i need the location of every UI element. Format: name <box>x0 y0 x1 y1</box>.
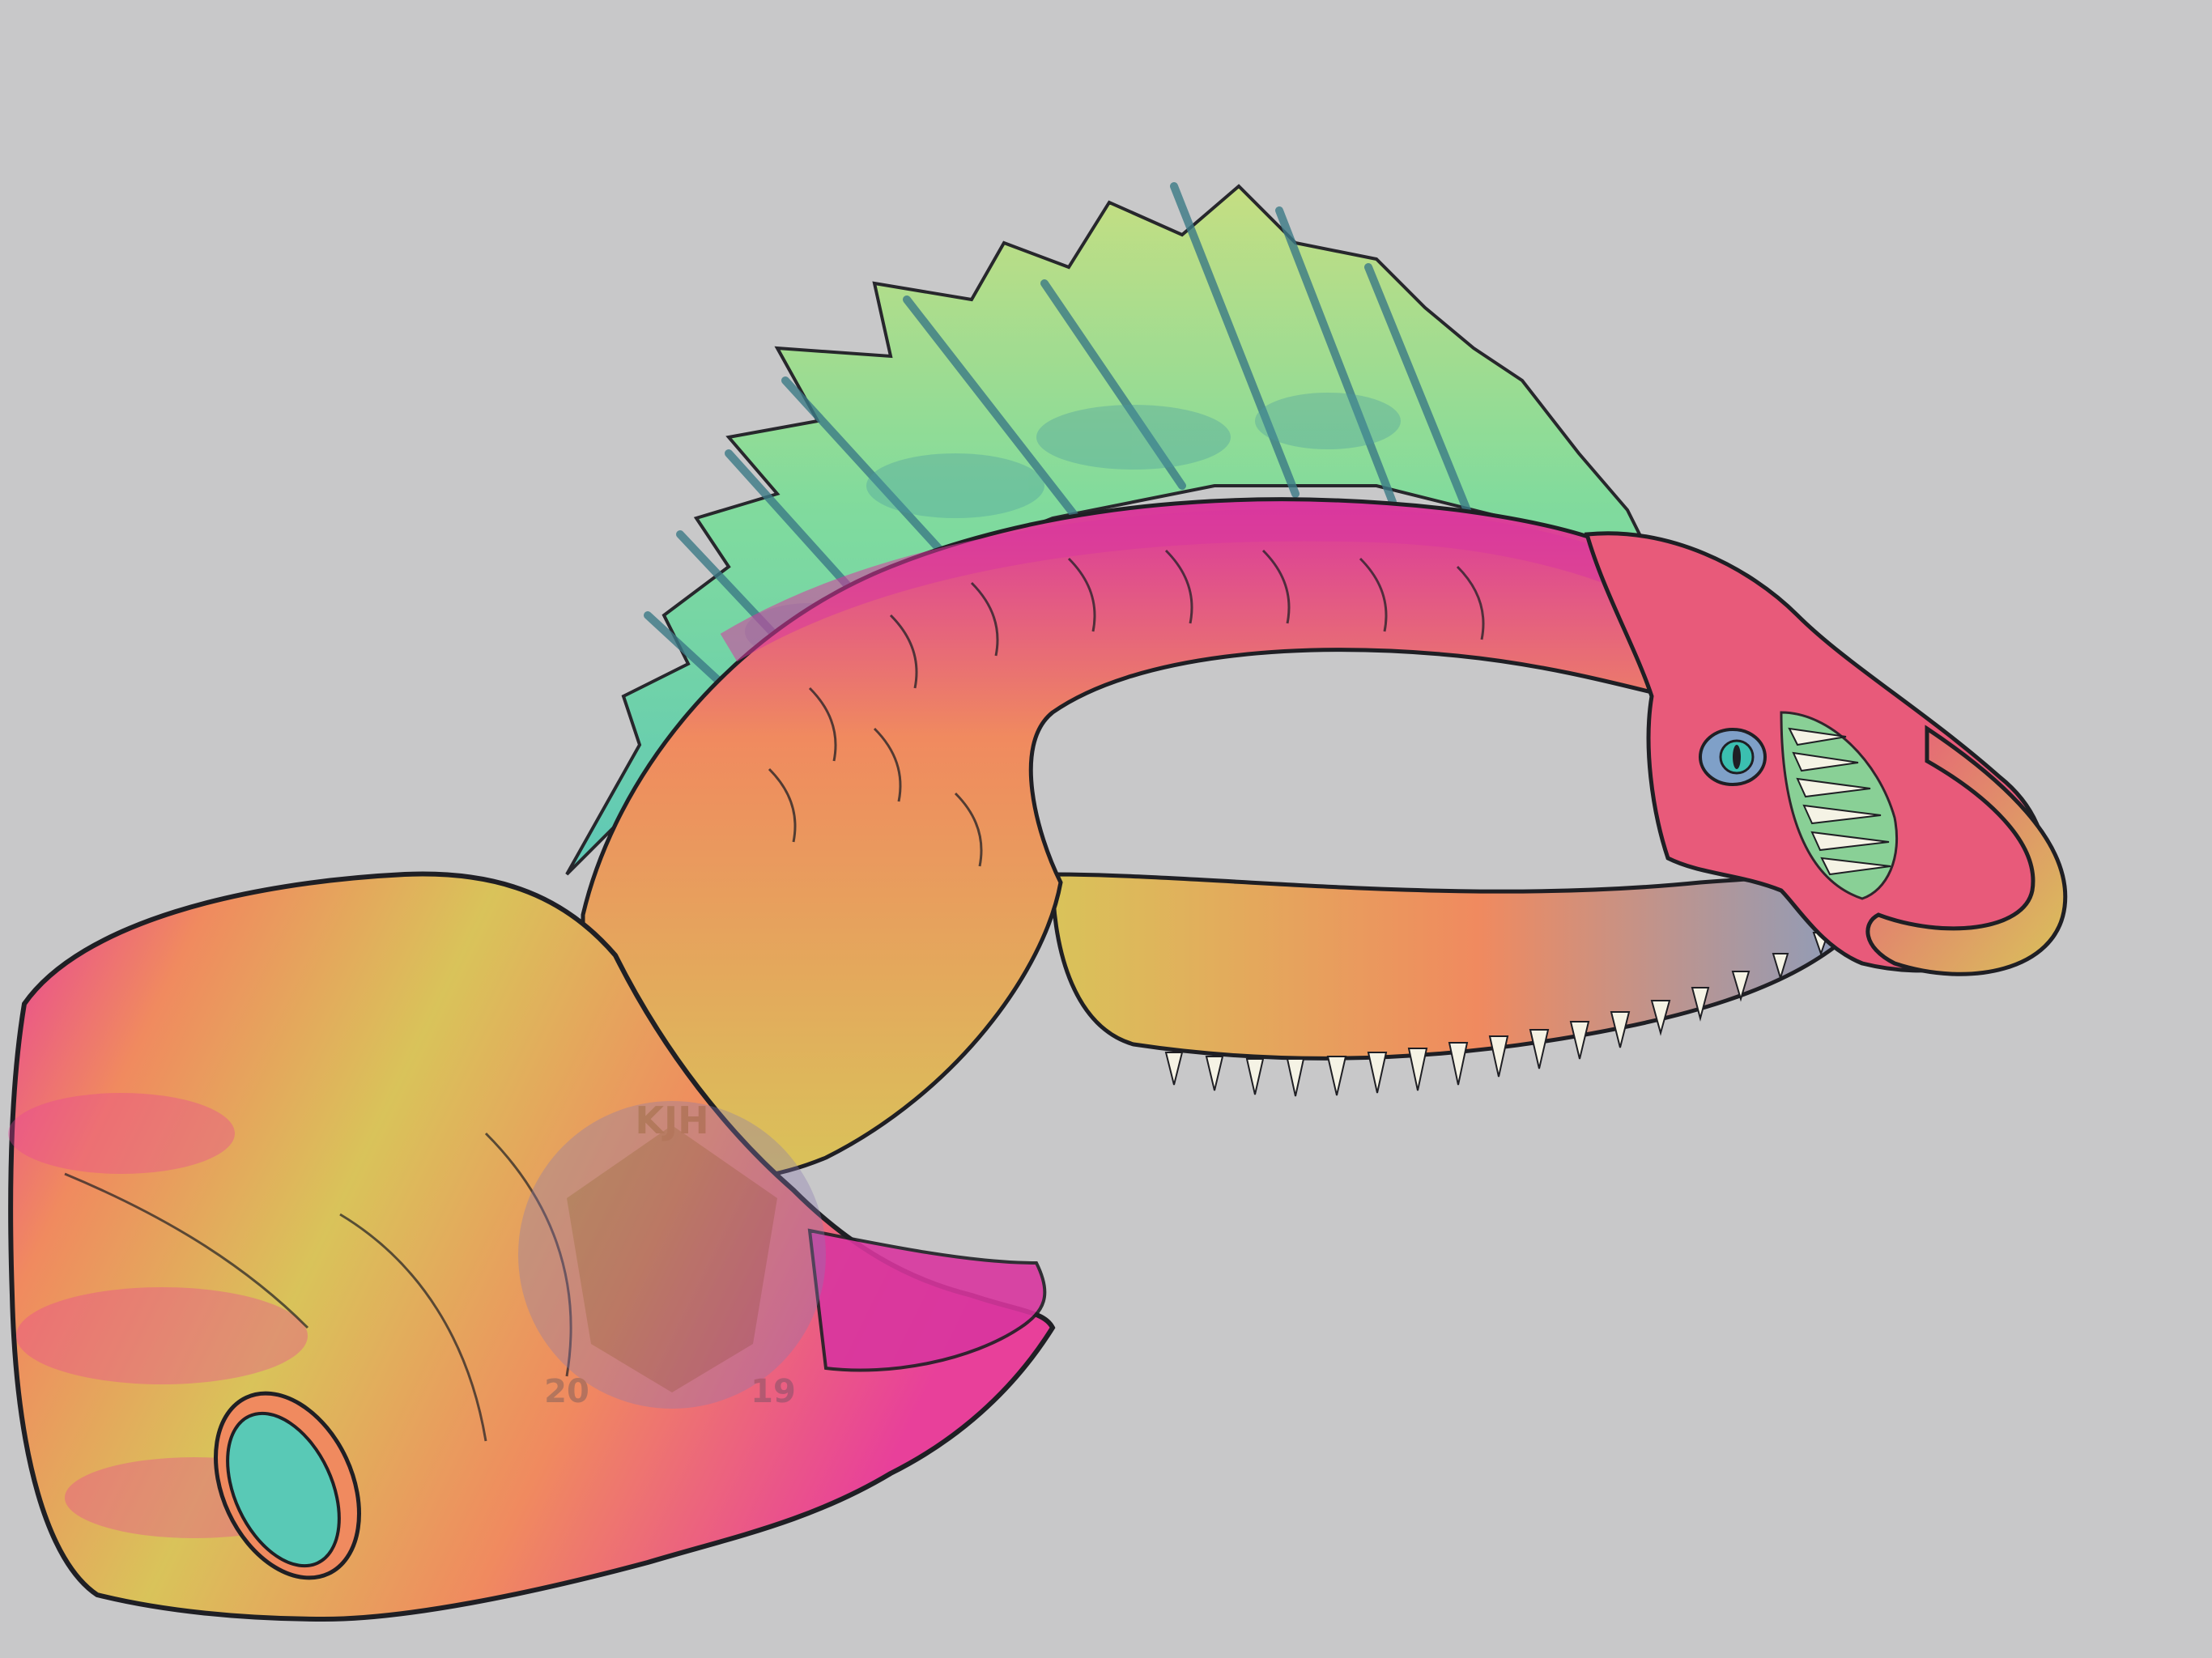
watermark-seal: KJH 20 19 <box>518 1099 826 1410</box>
lower-jaw <box>1050 863 1907 1097</box>
eye <box>1699 728 1767 786</box>
artwork-canvas: KJH 20 19 <box>0 0 2212 1658</box>
creature-artwork: KJH 20 19 <box>8 182 2068 1622</box>
watermark-monogram: KJH <box>635 1099 708 1142</box>
watermark-year-right: 19 <box>751 1373 796 1410</box>
watermark-year-left: 20 <box>544 1373 589 1410</box>
